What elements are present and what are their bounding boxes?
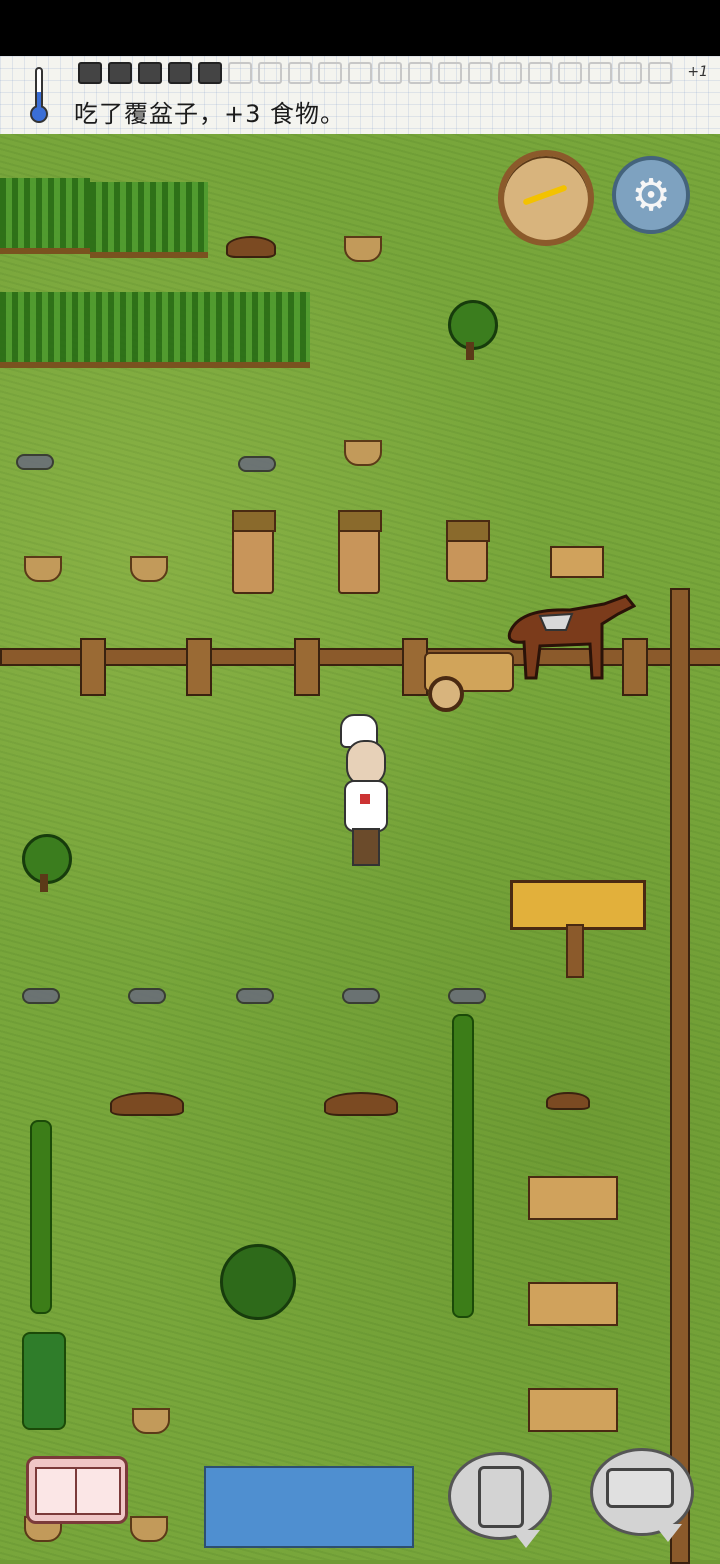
fence-post — [186, 638, 212, 696]
stone[interactable] — [22, 988, 60, 1004]
plant-row[interactable] — [0, 292, 310, 368]
food-pip-filled — [78, 62, 102, 84]
basket[interactable] — [132, 1408, 170, 1434]
chat-bubble-tail — [654, 1524, 682, 1542]
basket[interactable] — [344, 440, 382, 466]
keyboard-icon — [606, 1468, 674, 1508]
food-pip-empty — [288, 62, 312, 84]
apron-cross — [360, 794, 370, 804]
book-icon[interactable] — [26, 1456, 128, 1524]
soil-pile[interactable] — [110, 1092, 184, 1116]
status-notebar: +1 吃了覆盆子，+3 食物。 — [0, 56, 720, 136]
sign-post — [566, 924, 584, 978]
bush-trunk — [466, 342, 474, 360]
food-pip-empty — [468, 62, 492, 84]
book-page-right — [75, 1467, 121, 1515]
stone[interactable] — [16, 454, 54, 470]
stone[interactable] — [342, 988, 380, 1004]
food-pip-empty — [438, 62, 462, 84]
status-message: 吃了覆盆子，+3 食物。 — [74, 100, 346, 128]
food-pip-empty — [348, 62, 372, 84]
food-pip-filled — [168, 62, 192, 84]
food-pip-empty — [498, 62, 522, 84]
corn-plant[interactable] — [452, 1014, 474, 1318]
bush-trunk — [40, 874, 48, 892]
food-pip-empty — [258, 62, 282, 84]
basket[interactable] — [344, 236, 382, 262]
stone[interactable] — [128, 988, 166, 1004]
wooden-crate[interactable] — [528, 1176, 618, 1220]
food-pip-empty — [318, 62, 342, 84]
soil-pile[interactable] — [226, 236, 276, 258]
basket[interactable] — [130, 1516, 168, 1542]
gear-icon[interactable]: ⚙ — [612, 156, 690, 234]
pond[interactable] — [204, 1466, 414, 1548]
wooden-crate[interactable] — [528, 1282, 618, 1326]
berry-plant[interactable] — [22, 1332, 66, 1430]
compass-icon[interactable] — [498, 150, 594, 246]
food-pip-empty — [228, 62, 252, 84]
food-pip-empty — [378, 62, 402, 84]
compass-needle — [522, 184, 568, 206]
corn-plant[interactable] — [30, 1120, 52, 1314]
wooden-sign[interactable] — [510, 880, 646, 930]
stone[interactable] — [236, 988, 274, 1004]
fence-post — [294, 638, 320, 696]
stone[interactable] — [238, 456, 276, 472]
wooden-crate[interactable] — [528, 1388, 618, 1432]
food-bonus: +1 — [687, 64, 708, 80]
storage-barrel[interactable] — [446, 520, 490, 582]
soil-pile[interactable] — [324, 1092, 398, 1116]
food-pip-empty — [528, 62, 552, 84]
food-pip-filled — [198, 62, 222, 84]
food-pip-empty — [558, 62, 582, 84]
player-legs — [352, 828, 380, 866]
basket[interactable] — [130, 556, 168, 582]
food-pip-filled — [108, 62, 132, 84]
food-pip-empty — [618, 62, 642, 84]
thermometer-icon — [30, 67, 48, 123]
player-apron — [344, 780, 388, 832]
cart-wheel — [428, 676, 464, 712]
food-meter — [78, 62, 672, 84]
flower-bush[interactable] — [220, 1244, 296, 1320]
storage-barrel[interactable] — [338, 510, 382, 594]
food-pip-empty — [588, 62, 612, 84]
horse[interactable] — [500, 586, 636, 684]
soil-pile[interactable] — [546, 1092, 590, 1110]
storage-barrel[interactable] — [232, 510, 276, 594]
system-status-bar — [0, 0, 720, 56]
food-pip-empty — [408, 62, 432, 84]
food-pip-empty — [648, 62, 672, 84]
puppet-icon — [478, 1466, 524, 1528]
stone[interactable] — [448, 988, 486, 1004]
basket[interactable] — [24, 556, 62, 582]
food-pip-filled — [138, 62, 162, 84]
fence-vertical — [670, 588, 690, 1564]
wheat-row[interactable] — [0, 178, 90, 254]
player-character[interactable] — [338, 714, 392, 866]
fence-post — [80, 638, 106, 696]
wooden-crate[interactable] — [550, 546, 604, 578]
emote-bubble-tail — [512, 1530, 540, 1548]
bean-row[interactable] — [90, 182, 208, 258]
